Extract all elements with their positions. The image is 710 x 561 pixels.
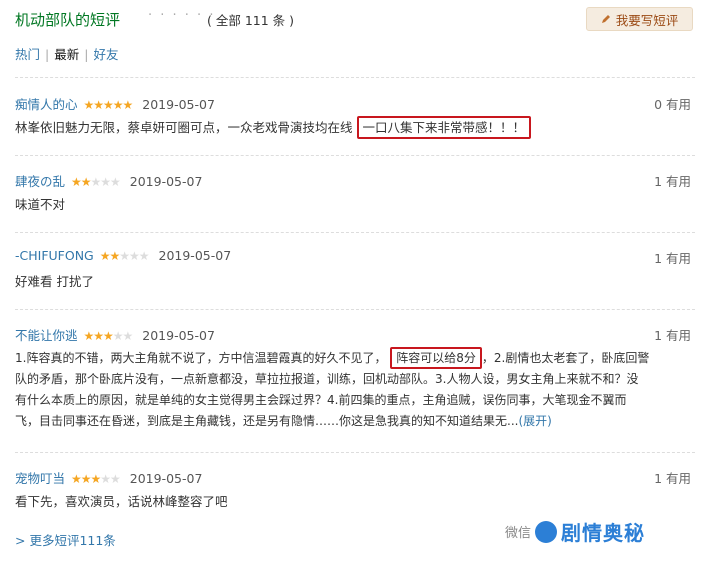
comment-item: -CHIFUFONG ★★★★★ 2019-05-07 1 有用 好难看 打扰了 xyxy=(15,248,695,292)
helpful-votes[interactable]: 1 有用 xyxy=(654,325,691,344)
comment-date: 2019-05-07 xyxy=(129,174,203,189)
write-review-button[interactable]: 我要写短评 xyxy=(586,7,693,31)
divider xyxy=(15,77,695,78)
rating-stars: ★★★★★ xyxy=(71,175,121,189)
comment-user[interactable]: -CHIFUFONG xyxy=(15,248,94,263)
helpful-votes[interactable]: 1 有用 xyxy=(654,248,691,267)
comment-user[interactable]: 宠物叮当 xyxy=(15,471,65,486)
comment-date: 2019-05-07 xyxy=(158,248,232,263)
highlight-box: 阵容可以给8分 xyxy=(390,347,482,369)
comment-item: 痴情人的心 ★★★★★ 2019-05-07 0 有用 林峯依旧魅力无限，蔡卓妍… xyxy=(15,94,695,139)
tab-friends[interactable]: 好友 xyxy=(93,44,118,63)
rating-stars: ★★★★★ xyxy=(83,98,134,112)
divider xyxy=(15,232,695,233)
tab-latest[interactable]: 最新 xyxy=(54,44,79,63)
rating-stars: ★★★★★ xyxy=(99,249,150,263)
more-comments-link[interactable]: > 更多短评111条 xyxy=(15,530,116,549)
helpful-votes[interactable]: 1 有用 xyxy=(654,171,691,190)
helpful-votes[interactable]: 0 有用 xyxy=(654,94,691,113)
comment-user[interactable]: 不能让你逃 xyxy=(15,328,78,343)
highlight-box: 一口八集下来非常带感！！！ xyxy=(356,116,532,139)
divider xyxy=(15,309,695,310)
rating-stars: ★★★★★ xyxy=(83,329,134,343)
comment-text: 林峯依旧魅力无限，蔡卓妍可圈可点，一众老戏骨演技均在线 一口八集下来非常带感！！… xyxy=(15,116,695,139)
section-title: 机动部队的短评 xyxy=(15,11,121,29)
watermark-brand: 剧情奥秘 xyxy=(561,521,646,545)
comment-user[interactable]: 肆夜の乱 xyxy=(15,174,65,189)
comment-item: 肆夜の乱 ★★★★★ 2019-05-07 1 有用 味道不对 xyxy=(15,171,695,215)
comment-text: 味道不对 xyxy=(15,197,66,212)
watermark-prefix: 微信 xyxy=(505,526,532,541)
sort-tabs: 热门 | 最新 | 好友 xyxy=(15,44,118,63)
pencil-icon xyxy=(601,15,610,23)
comment-item: 不能让你逃 ★★★★★ 2019-05-07 1 有用 1.阵容真的不错，两大主… xyxy=(15,325,695,432)
divider xyxy=(15,155,695,156)
tab-hot[interactable]: 热门 xyxy=(15,44,40,63)
comment-date: 2019-05-07 xyxy=(142,97,215,112)
comment-text: 好难看 打扰了 xyxy=(15,274,94,289)
title-dots: · · · · · · xyxy=(148,8,216,23)
expand-link[interactable]: (展开) xyxy=(518,414,551,428)
divider xyxy=(15,452,695,453)
comment-date: 2019-05-07 xyxy=(129,471,203,486)
watermark-logo-icon xyxy=(535,520,558,543)
comment-item: 宠物叮当 ★★★★★ 2019-05-07 1 有用 看下先，喜欢演员，话说林峰… xyxy=(15,468,695,512)
comment-user[interactable]: 痴情人的心 xyxy=(15,97,78,112)
comment-text: 1.阵容真的不错，两大主角就不说了，方中信温碧霞真的好久不见了， 阵容可以给8分… xyxy=(15,347,695,432)
comment-date: 2019-05-07 xyxy=(142,328,215,343)
rating-stars: ★★★★★ xyxy=(71,472,121,486)
watermark: 微信 剧情奥秘 xyxy=(505,517,645,546)
write-review-label: 我要写短评 xyxy=(615,12,679,28)
comment-count[interactable]: ( 全部 111 条 ) xyxy=(207,10,294,29)
comment-text: 看下先，喜欢演员，话说林峰整容了吧 xyxy=(15,494,228,509)
helpful-votes[interactable]: 1 有用 xyxy=(654,468,691,487)
